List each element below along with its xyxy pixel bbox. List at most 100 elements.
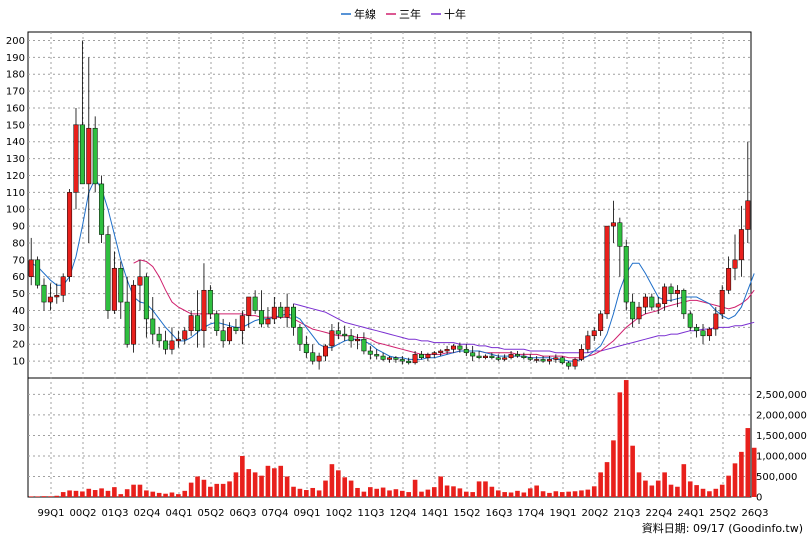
candle-body: [92, 127, 98, 185]
candle-body: [457, 345, 463, 350]
candle-body: [463, 349, 469, 353]
volume-bar: [368, 487, 373, 497]
candle-body: [438, 350, 444, 353]
candle-body: [380, 355, 386, 360]
volume-bar: [438, 476, 443, 497]
candle-body: [297, 327, 303, 345]
time-tick-label: 01Q3: [102, 508, 129, 519]
time-tick-label: 20Q2: [582, 508, 609, 519]
volume-bar: [399, 490, 405, 497]
candle-body: [348, 335, 354, 342]
candle-body: [495, 357, 501, 360]
price-tick-label: 140: [6, 137, 25, 148]
candle-body: [175, 338, 181, 342]
candle-body: [425, 354, 431, 358]
volume-bar: [515, 490, 520, 497]
volume-bar: [99, 488, 104, 497]
volume-bar: [470, 492, 475, 497]
candle-body: [163, 340, 169, 350]
candle-body: [572, 359, 578, 367]
stock-chart: 10 20 30 40 50 60 70 80 90 100 110 120 130 140 150 160 1…: [0, 0, 808, 540]
volume-bar: [284, 476, 290, 497]
candle-body: [342, 333, 348, 337]
volume-bar: [150, 491, 156, 497]
volume-bar: [623, 380, 629, 497]
legend-label-year: 年線: [354, 7, 376, 21]
price-tick-label: 150: [6, 120, 25, 131]
candle-body: [310, 352, 316, 362]
candle-body: [713, 313, 719, 330]
volume-bar: [457, 488, 463, 497]
candle-body: [259, 310, 265, 325]
volume-bar: [591, 486, 597, 497]
price-tick-label: 130: [6, 154, 25, 165]
candle-body: [303, 343, 309, 353]
candle-body: [367, 350, 373, 355]
volume-bar: [662, 472, 667, 497]
candle-body: [143, 276, 149, 320]
time-tick-label: 99Q1: [38, 508, 65, 519]
volume-bar: [201, 479, 207, 497]
volume-bar: [566, 491, 571, 497]
volume-bar: [112, 487, 117, 497]
volume-bar: [278, 465, 284, 497]
candle-body: [726, 268, 732, 291]
candle-body: [642, 296, 648, 308]
price-tick-label: 10: [12, 357, 25, 368]
candle-body: [220, 330, 226, 342]
candle-body: [99, 183, 105, 235]
volume-bar: [636, 472, 642, 497]
volume-bar: [668, 484, 674, 497]
volume-bar: [393, 489, 399, 497]
volume-bar: [86, 488, 92, 497]
volume-tick-label: 1,000,000: [756, 451, 807, 462]
candle-body: [188, 315, 194, 331]
volume-bar: [188, 482, 194, 497]
candle-body: [604, 225, 610, 315]
volume-bar: [92, 490, 98, 497]
candle-body: [124, 301, 130, 345]
volume-bar: [694, 485, 699, 497]
volume-bar: [463, 491, 469, 497]
volume-bar: [444, 485, 450, 497]
candle-body: [28, 259, 34, 277]
time-tick-label: 12Q4: [390, 508, 417, 519]
volume-bar: [348, 480, 354, 497]
volume-bar: [476, 481, 482, 497]
candle-body: [668, 286, 674, 294]
candle-body: [687, 313, 693, 328]
candle-body: [233, 327, 239, 331]
volume-bar: [336, 470, 341, 497]
volume-bar: [176, 494, 181, 497]
volume-bar: [67, 490, 72, 497]
volume-bar: [144, 490, 149, 497]
candle-body: [681, 289, 687, 315]
price-tick-label: 200: [6, 36, 25, 47]
volume-bar: [156, 492, 162, 497]
volume-bar: [572, 491, 578, 497]
volume-bar: [451, 486, 456, 497]
candle-body: [553, 357, 559, 360]
candle-body: [278, 306, 284, 318]
volume-bar: [521, 492, 527, 497]
price-tick-label: 40: [12, 306, 25, 317]
candle-body: [214, 313, 220, 331]
volume-bar: [220, 483, 226, 497]
volume-bar: [329, 464, 335, 497]
price-tick-label: 70: [12, 255, 25, 266]
candle-body: [246, 296, 252, 316]
volume-bar: [272, 468, 277, 497]
volume-bar: [163, 493, 168, 497]
time-tick-label: 17Q4: [518, 508, 545, 519]
candle-body: [387, 357, 392, 360]
volume-bar: [630, 445, 635, 497]
candle-body: [169, 340, 175, 350]
candle-body: [662, 286, 668, 304]
volume-bar: [585, 489, 591, 497]
volume-bar: [547, 492, 552, 497]
volume-bar: [739, 451, 744, 497]
candle-body: [578, 349, 584, 360]
time-tick-label: 25Q2: [710, 508, 737, 519]
candle-body: [700, 330, 706, 337]
chart-svg: 10 20 30 40 50 60 70 80 90 100 110 120 130 140 150 160 1…: [6, 7, 807, 535]
